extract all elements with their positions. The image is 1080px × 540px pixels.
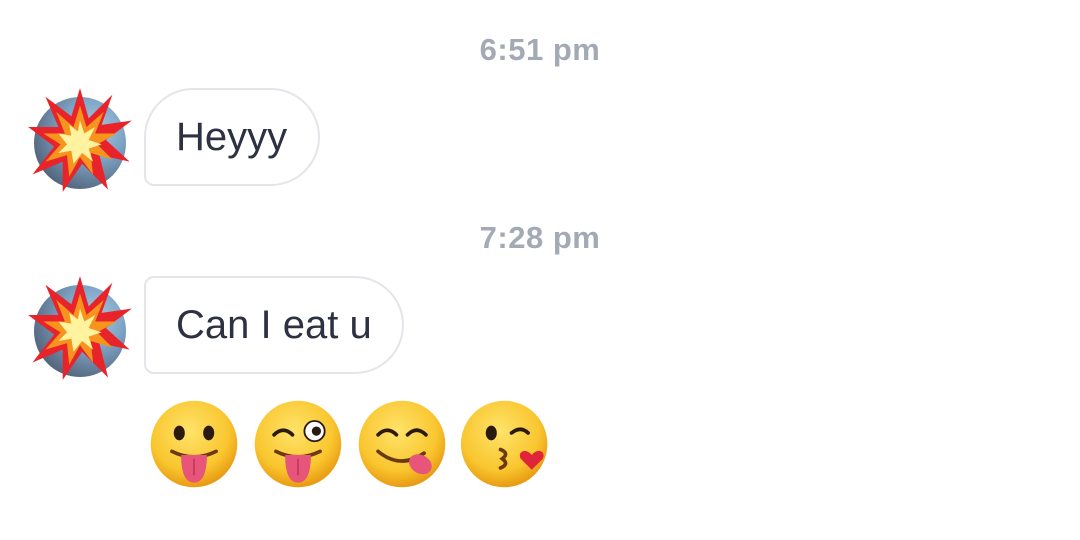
avatar[interactable] xyxy=(28,276,132,380)
emoji-message[interactable] xyxy=(148,398,552,490)
collision-icon xyxy=(28,276,132,380)
face-savoring-food-icon xyxy=(358,400,446,488)
message-bubble[interactable]: Can I eat u xyxy=(144,276,404,374)
winking-face-with-tongue-icon xyxy=(254,400,342,488)
timestamp: 7:28 pm xyxy=(479,220,601,255)
timestamp: 6:51 pm xyxy=(479,32,601,67)
collision-icon xyxy=(28,88,132,192)
avatar[interactable] xyxy=(28,88,132,192)
message-bubble[interactable]: Heyyy xyxy=(144,88,320,186)
message-text: Can I eat u xyxy=(176,302,372,347)
face-blowing-kiss-icon xyxy=(460,400,548,488)
message-text: Heyyy xyxy=(176,114,288,159)
face-with-tongue-icon xyxy=(150,400,238,488)
